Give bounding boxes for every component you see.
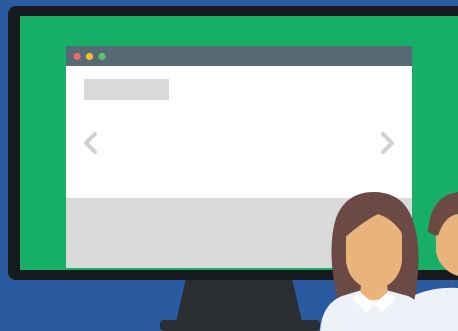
maximize-dot-icon: [98, 52, 106, 61]
monitor-stand-base: [160, 320, 320, 331]
illustration-scene: [0, 0, 458, 331]
browser-titlebar: [66, 46, 412, 66]
minimize-dot-icon: [85, 52, 94, 61]
title-placeholder: [84, 79, 169, 100]
close-dot-icon: [73, 52, 81, 61]
monitor-stand: [176, 278, 302, 322]
